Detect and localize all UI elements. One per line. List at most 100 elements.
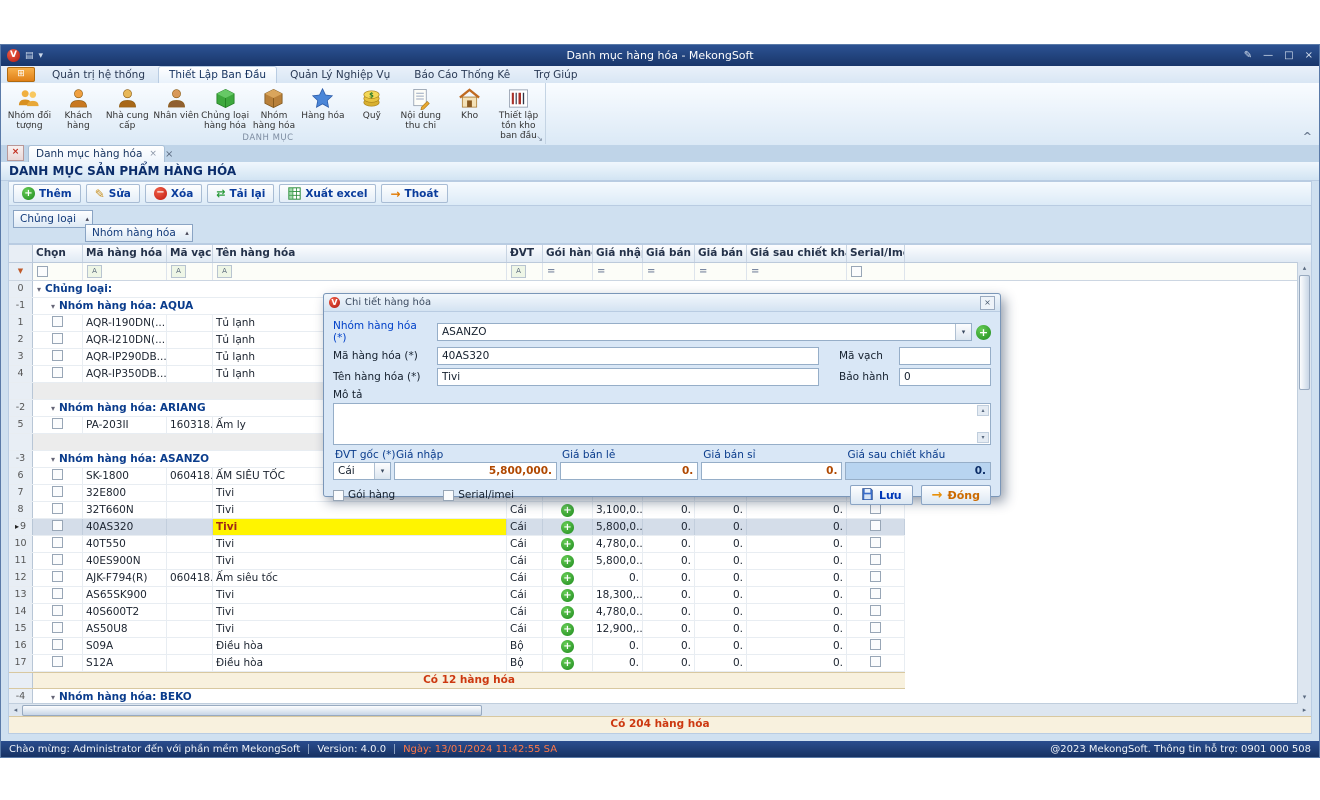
row-indicator[interactable]: 16 [9, 638, 33, 654]
cell-dvt[interactable]: Bộ [507, 638, 543, 654]
ribbon-item-nhan-vien[interactable]: Nhân viên [152, 85, 201, 122]
package-add-icon[interactable]: + [561, 657, 574, 670]
serial-imei-checkbox[interactable]: Serial/imei [443, 489, 514, 501]
cell-vach[interactable] [167, 502, 213, 518]
cell-goi[interactable]: + [543, 638, 593, 654]
row-indicator[interactable]: 13 [9, 587, 33, 603]
cell-gn[interactable]: 4,780,0... [593, 536, 643, 552]
cell-gck[interactable]: 0. [747, 621, 847, 637]
cell-ser[interactable] [847, 655, 905, 671]
ribbon-tab-bao-cao-thong-ke[interactable]: Báo Cáo Thống Kê [403, 66, 521, 83]
cell-ma[interactable]: AJK-F794(R) [83, 570, 167, 586]
row-indicator[interactable]: 4 [9, 366, 33, 382]
cell-goi[interactable]: + [543, 536, 593, 552]
row-indicator[interactable]: 6 [9, 468, 33, 484]
vscroll-track[interactable] [1299, 275, 1310, 691]
row-checkbox-icon[interactable] [52, 333, 63, 344]
cell-vach[interactable]: 160318... [167, 417, 213, 433]
cell-ten[interactable]: Điều hòa [213, 655, 507, 671]
tab-danh-muc-hang-hoa[interactable]: Danh mục hàng hóa × [28, 145, 165, 162]
row-indicator[interactable]: 3 [9, 349, 33, 365]
cell-ma[interactable]: 40T550 [83, 536, 167, 552]
column-header-gbs[interactable]: Giá bán sỉ [695, 245, 747, 262]
cell-gn[interactable]: 4,780,0... [593, 604, 643, 620]
cell-sel[interactable] [33, 587, 83, 603]
package-add-icon[interactable]: + [561, 640, 574, 653]
ribbon-item-nha-cung-cap[interactable]: Nhà cung cấp [103, 85, 152, 132]
cell-sel[interactable] [33, 519, 83, 535]
ribbon-tab-thiet-lap-ban-dau[interactable]: Thiết Lập Ban Đầu [158, 66, 277, 83]
cell-ma[interactable]: S12A [83, 655, 167, 671]
cell-ten[interactable]: Tivi [213, 587, 507, 603]
cell-goi[interactable]: + [543, 519, 593, 535]
cell-gbl[interactable]: 0. [643, 519, 695, 535]
tabbar-close-icon[interactable]: × [165, 149, 173, 160]
cell-ser[interactable] [847, 604, 905, 620]
table-row[interactable]: 1140ES900NTiviCái+5,800,0...0.0.0. [9, 553, 905, 570]
cell-ser[interactable] [847, 536, 905, 552]
row-indicator[interactable]: 15 [9, 621, 33, 637]
row-indicator[interactable]: 10 [9, 536, 33, 552]
row-indicator[interactable]: 5 [9, 417, 33, 433]
row-checkbox-icon[interactable] [52, 537, 63, 548]
add-group-button[interactable]: + [976, 325, 991, 340]
package-add-icon[interactable]: + [561, 521, 574, 534]
cell-dvt[interactable]: Cái [507, 519, 543, 535]
package-add-icon[interactable]: + [561, 504, 574, 517]
cell-goi[interactable]: + [543, 604, 593, 620]
cell-vach[interactable] [167, 536, 213, 552]
filter-cell-ser[interactable] [847, 263, 905, 280]
tai-lai-button[interactable]: ⇄ Tải lại [207, 184, 274, 203]
cell-ten[interactable]: Điều hòa [213, 638, 507, 654]
cell-ten[interactable]: Tivi [213, 604, 507, 620]
sua-button[interactable]: ✎ Sửa [86, 184, 140, 203]
column-header-goi[interactable]: Gói hàng [543, 245, 593, 262]
cell-sel[interactable] [33, 638, 83, 654]
table-row[interactable]: 17S12AĐiều hòaBộ+0.0.0.0. [9, 655, 905, 672]
cell-sel[interactable] [33, 621, 83, 637]
cell-gbs[interactable]: 0. [695, 519, 747, 535]
cell-vach[interactable] [167, 655, 213, 671]
cell-gn[interactable]: 18,300,... [593, 587, 643, 603]
row-indicator[interactable]: 14 [9, 604, 33, 620]
filter-cell-vach[interactable]: A [167, 263, 213, 280]
row-checkbox-icon[interactable] [52, 520, 63, 531]
ribbon-item-hang-hoa[interactable]: Hàng hóa [298, 85, 347, 122]
cell-gn[interactable]: 0. [593, 655, 643, 671]
package-add-icon[interactable]: + [561, 589, 574, 602]
table-row[interactable]: 15AS50U8TiviCái+12,900,...0.0.0. [9, 621, 905, 638]
mo-ta-textarea[interactable]: ▴ ▾ [333, 403, 991, 445]
cell-vach[interactable] [167, 553, 213, 569]
cell-ma[interactable]: SK-1800 [83, 468, 167, 484]
row-checkbox-icon[interactable] [52, 503, 63, 514]
cell-vach[interactable] [167, 315, 213, 331]
cell-gbs[interactable]: 0. [695, 587, 747, 603]
cell-gbl[interactable]: 0. [643, 621, 695, 637]
ribbon-item-chung-loai-hang-hoa[interactable]: Chủng loại hàng hóa [201, 85, 250, 132]
cell-ma[interactable]: AQR-I210DN(... [83, 332, 167, 348]
row-indicator[interactable]: 12 [9, 570, 33, 586]
row-indicator[interactable]: 7 [9, 485, 33, 501]
serial-checkbox-icon[interactable] [870, 639, 881, 650]
package-add-icon[interactable]: + [561, 555, 574, 568]
dialog-close-icon[interactable]: × [980, 296, 995, 310]
column-header-gck[interactable]: Giá sau chiết khấu [747, 245, 847, 262]
save-icon[interactable]: ▤ [25, 51, 34, 61]
cell-vach[interactable]: 060418... [167, 570, 213, 586]
serial-checkbox-icon[interactable] [870, 588, 881, 599]
cell-vach[interactable] [167, 587, 213, 603]
cell-vach[interactable] [167, 366, 213, 382]
tab-close-icon[interactable]: × [149, 149, 157, 159]
cell-ma[interactable]: S09A [83, 638, 167, 654]
dvt-goc-select[interactable]: Cái ▾ [333, 462, 391, 480]
row-checkbox-icon[interactable] [52, 588, 63, 599]
table-row[interactable]: 1440S600T2TiviCái+4,780,0...0.0.0. [9, 604, 905, 621]
row-checkbox-icon[interactable] [52, 605, 63, 616]
cell-gbl[interactable]: 0. [643, 638, 695, 654]
cell-dvt[interactable]: Cái [507, 621, 543, 637]
cell-ma[interactable]: AQR-I190DN(... [83, 315, 167, 331]
luu-button[interactable]: Lưu [850, 485, 913, 505]
cell-sel[interactable] [33, 570, 83, 586]
row-indicator[interactable]: 11 [9, 553, 33, 569]
app-menu-button[interactable]: ⊞ [7, 67, 35, 82]
